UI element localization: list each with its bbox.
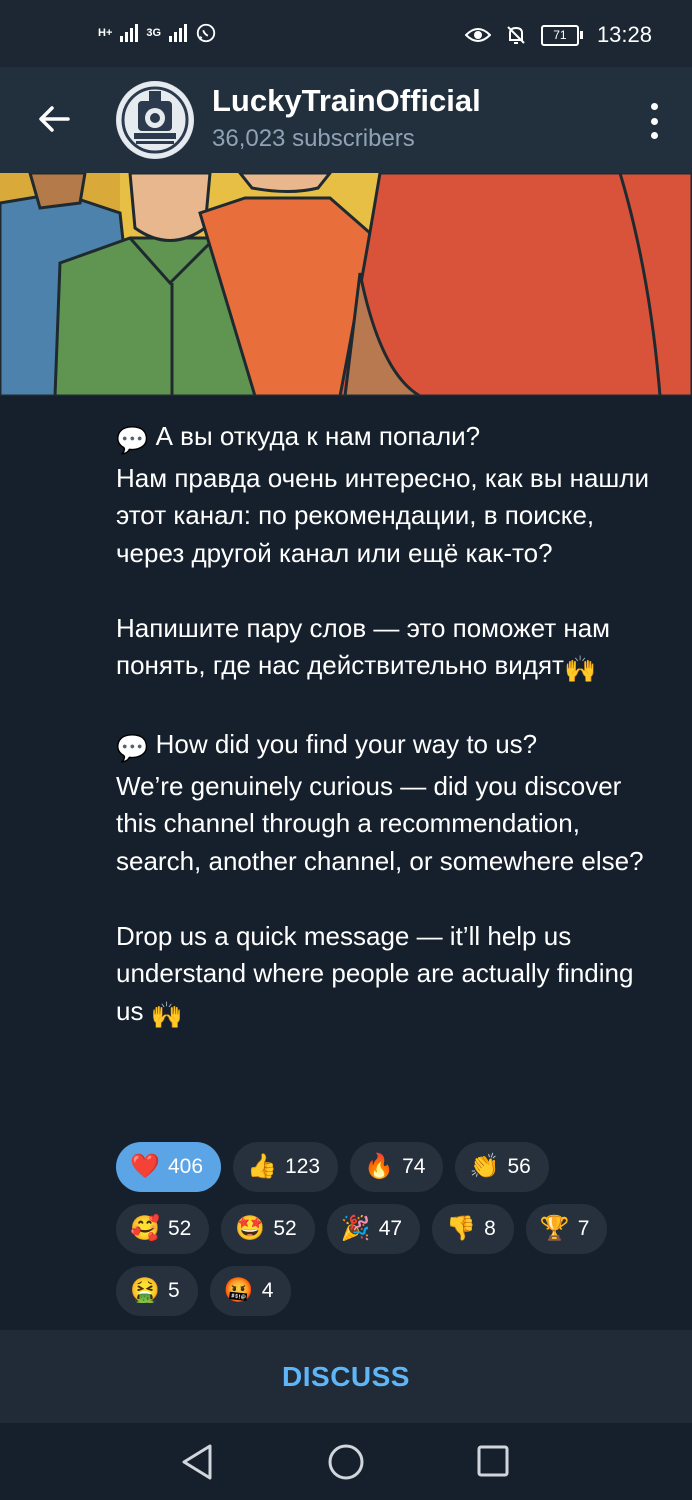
smiling-hearts-icon: 🥰	[130, 1215, 160, 1242]
discuss-button[interactable]: DISCUSS	[0, 1330, 692, 1423]
clock: 13:28	[596, 22, 652, 47]
whatsapp-icon	[196, 23, 216, 43]
reaction-star-struck[interactable]: 🤩 52	[221, 1204, 315, 1254]
reaction-trophy[interactable]: 🏆 7	[525, 1204, 608, 1254]
channel-header: LuckyTrainOfficial 36,023 subscribers	[0, 67, 692, 173]
party-popper-icon: 🎉	[340, 1215, 371, 1242]
raising-hands-icon: 🙌	[563, 654, 597, 684]
thumbs-down-icon: 👎	[446, 1215, 477, 1242]
status-left: H+ 3G	[98, 22, 217, 44]
fire-icon: 🔥	[364, 1153, 395, 1180]
clapping-hands-icon: 👏	[469, 1153, 500, 1180]
battery-level: 71	[540, 24, 579, 46]
eye-icon	[464, 28, 491, 42]
bell-off-icon	[507, 26, 525, 44]
channel-title[interactable]: LuckyTrainOfficial	[212, 83, 481, 119]
reaction-fire[interactable]: 🔥 74	[350, 1142, 444, 1192]
status-right: 71 13:28	[464, 22, 652, 48]
system-nav-bar	[0, 1423, 692, 1500]
thumbs-up-icon: 👍	[247, 1153, 277, 1180]
heart-icon: ❤️	[130, 1153, 160, 1180]
trophy-icon: 🏆	[539, 1215, 570, 1242]
more-vertical-icon[interactable]	[646, 103, 662, 139]
en-body: We’re genuinely curious — did you discov…	[116, 770, 644, 876]
reaction-thumbs-up[interactable]: 👍 123	[233, 1142, 339, 1192]
raising-hands-icon-2: 🙌	[150, 999, 184, 1030]
subscriber-count: 36,023 subscribers	[212, 125, 415, 152]
ru-cta: Напишите пару слов — это поможет нам пон…	[116, 610, 656, 689]
speech-bubble-icon-2: 💬	[116, 733, 149, 763]
channel-avatar[interactable]	[116, 81, 194, 159]
reaction-heart[interactable]: ❤️ 406	[116, 1142, 222, 1192]
ru-body: Нам правда очень интересно, как вы нашли…	[116, 462, 649, 568]
network-type-label-2: 3G	[146, 27, 162, 39]
back-triangle-icon[interactable]	[180, 1443, 216, 1481]
cursing-face-icon: 🤬	[223, 1277, 254, 1304]
reaction-thumbs-down[interactable]: 👎 8	[432, 1204, 514, 1254]
home-circle-icon[interactable]	[327, 1443, 365, 1481]
status-bar: H+ 3G 71 13:28	[0, 0, 692, 70]
recents-square-icon[interactable]	[476, 1444, 510, 1478]
post-text: 💬 А вы откуда к нам попали? Нам правда о…	[116, 418, 656, 1034]
reaction-vomit[interactable]: 🤮 5	[116, 1266, 198, 1316]
battery-icon: 71	[540, 24, 583, 46]
network-type-label: H+	[98, 27, 113, 39]
reactions: ❤️ 406 👍 123 🔥 74 👏 56 🥰 52 🤩 52 🎉 47 👎 8 🏆 7 🤮 5 …	[116, 1142, 636, 1328]
star-struck-icon: 🤩	[235, 1215, 266, 1242]
ru-question-line: 💬 А вы откуда к нам попали?	[116, 418, 656, 460]
reaction-clap[interactable]: 👏 56	[455, 1142, 549, 1192]
reaction-cursing[interactable]: 🤬 4	[209, 1266, 292, 1316]
reaction-smiling-hearts[interactable]: 🥰 52	[116, 1204, 210, 1254]
back-arrow-icon[interactable]	[32, 97, 76, 141]
signal-icon	[120, 24, 139, 42]
en-cta: Drop us a quick message — it’ll help us …	[116, 918, 656, 1035]
signal-icon-2	[169, 24, 188, 42]
en-question-line: 💬 How did you find your way to us?	[116, 726, 656, 768]
reaction-party[interactable]: 🎉 47	[326, 1204, 421, 1254]
speech-bubble-icon: 💬	[116, 425, 149, 455]
discuss-label: DISCUSS	[282, 1360, 410, 1392]
post-image[interactable]	[0, 173, 692, 396]
vomiting-face-icon: 🤮	[130, 1277, 160, 1304]
